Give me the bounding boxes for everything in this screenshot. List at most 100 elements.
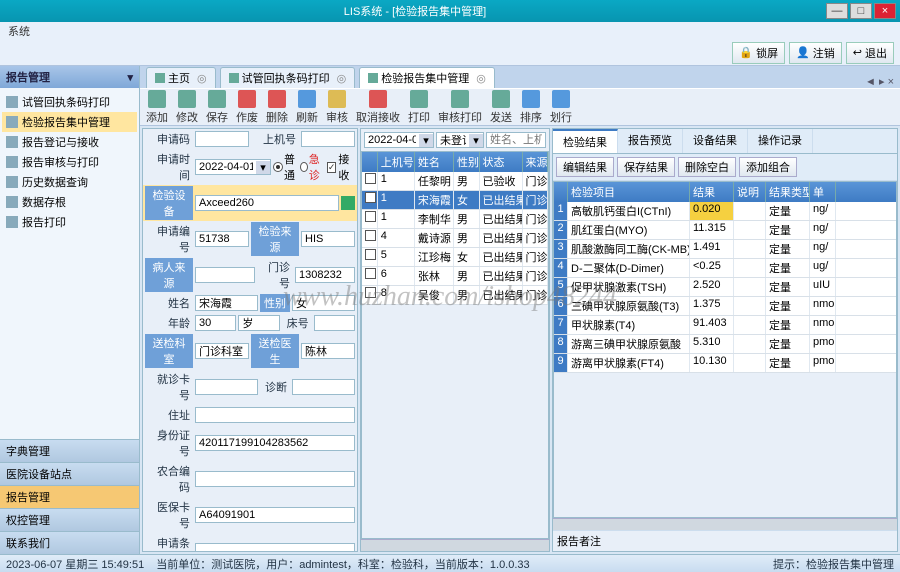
table-row[interactable]: 9游离甲状腺素(FT4)10.130定量pmo <box>554 354 896 373</box>
toolbar-审核[interactable]: 审核 <box>326 90 348 125</box>
age-unit-input[interactable] <box>238 315 279 331</box>
diag-input[interactable] <box>292 379 355 395</box>
radio-emergency[interactable]: 急诊 <box>300 151 325 183</box>
table-row[interactable]: 6三碘甲状腺原氨酸(T3)1.375定量nmo <box>554 297 896 316</box>
nav-item[interactable]: 历史数据查询 <box>2 172 137 192</box>
result-action-button[interactable]: 添加组合 <box>739 157 797 177</box>
result-action-button[interactable]: 删除空白 <box>678 157 736 177</box>
scrollbar[interactable] <box>361 539 549 551</box>
calendar-icon[interactable]: ▾ <box>256 161 270 174</box>
row-checkbox[interactable] <box>365 268 376 279</box>
column-header[interactable]: 结果 <box>690 182 734 202</box>
chevron-down-icon[interactable]: ▾ <box>469 134 483 147</box>
result-action-button[interactable]: 保存结果 <box>617 157 675 177</box>
result-tab[interactable]: 操作记录 <box>748 129 813 153</box>
toolbar-保存[interactable]: 保存 <box>206 90 228 125</box>
row-checkbox[interactable] <box>365 230 376 241</box>
exit-button[interactable]: ↩退出 <box>846 42 894 64</box>
column-header[interactable]: 检验项目 <box>568 182 690 202</box>
toolbar-作废[interactable]: 作废 <box>236 90 258 125</box>
chk-receive[interactable] <box>327 162 337 173</box>
toolbar-修改[interactable]: 修改 <box>176 90 198 125</box>
minimize-button[interactable]: — <box>826 3 848 19</box>
sex-input[interactable] <box>292 295 355 311</box>
row-checkbox[interactable] <box>365 192 376 203</box>
table-row[interactable]: 1高敏肌钙蛋白I(CTnI)0.020定量ng/ <box>554 202 896 221</box>
nav-item[interactable]: 报告打印 <box>2 212 137 232</box>
row-checkbox[interactable] <box>365 173 376 184</box>
lock-button[interactable]: 🔒锁屏 <box>732 42 785 64</box>
column-header[interactable]: 姓名 <box>415 152 454 172</box>
table-row[interactable]: 5促甲状腺激素(TSH)2.520定量uIU <box>554 278 896 297</box>
table-row[interactable]: 8吴俊男已出结果门诊 <box>362 286 548 305</box>
table-row[interactable]: 2肌红蛋白(MYO)11.315定量ng/ <box>554 221 896 240</box>
tab[interactable]: 检验报告集中管理◎ <box>359 67 495 88</box>
result-tab[interactable]: 设备结果 <box>683 129 748 153</box>
nav-item[interactable]: 试管回执条码打印 <box>2 92 137 112</box>
device-pick-icon[interactable] <box>341 196 355 210</box>
toolbar-取消接收[interactable]: 取消接收 <box>356 90 400 125</box>
patient-src-input[interactable] <box>195 267 255 283</box>
filter-state-select[interactable] <box>437 133 469 147</box>
apply-time-input[interactable] <box>196 160 256 174</box>
result-action-button[interactable]: 编辑结果 <box>556 157 614 177</box>
table-row[interactable]: 6张林男已出结果门诊 <box>362 267 548 286</box>
toolbar-刷新[interactable]: 刷新 <box>296 90 318 125</box>
table-row[interactable]: 3肌酸激酶同工酶(CK-MB)1.491定量ng/ <box>554 240 896 259</box>
column-header[interactable]: 上机号 <box>378 152 415 172</box>
table-row[interactable]: 8游离三碘甲状腺原氨酸5.310定量pmo <box>554 335 896 354</box>
tab-close-icon[interactable]: ◎ <box>476 72 486 85</box>
table-row[interactable]: 4D-二聚体(D-Dimer)<0.25定量ug/ <box>554 259 896 278</box>
column-header[interactable]: 说明 <box>734 182 766 202</box>
tab[interactable]: 试管回执条码打印◎ <box>220 67 356 88</box>
bottom-nav-item[interactable]: 字典管理 <box>0 439 139 462</box>
toolbar-删除[interactable]: 删除 <box>266 90 288 125</box>
scrollbar[interactable] <box>553 518 897 530</box>
row-checkbox[interactable] <box>365 249 376 260</box>
nav-item[interactable]: 报告审核与打印 <box>2 152 137 172</box>
radio-normal[interactable]: 普通 <box>273 151 298 183</box>
toolbar-发送[interactable]: 发送 <box>490 90 512 125</box>
filter-name-input[interactable] <box>486 132 546 148</box>
device-input[interactable] <box>195 195 339 211</box>
bottom-nav-item[interactable]: 权控管理 <box>0 508 139 531</box>
tab-close-icon[interactable]: ◎ <box>337 72 347 85</box>
calendar-icon[interactable]: ▾ <box>419 134 433 147</box>
column-header[interactable]: 状态 <box>480 152 523 172</box>
result-tab[interactable]: 检验结果 <box>553 129 618 153</box>
table-row[interactable]: 5江珍梅女已出结果门诊 <box>362 248 548 267</box>
farmer-no-input[interactable] <box>195 471 355 487</box>
tab-close-icon[interactable]: ◎ <box>197 72 207 85</box>
apply-code-input[interactable] <box>195 131 249 147</box>
row-checkbox[interactable] <box>365 211 376 222</box>
bottom-nav-item[interactable]: 联系我们 <box>0 531 139 554</box>
column-header[interactable]: 单 <box>810 182 836 202</box>
table-row[interactable]: 1宋海霞女已出结果门诊 <box>362 191 548 210</box>
chevron-icon[interactable]: ▾ <box>127 71 133 84</box>
bottom-nav-item[interactable]: 报告管理 <box>0 485 139 508</box>
med-card-input[interactable] <box>195 507 355 523</box>
apply-barcode-input[interactable] <box>195 543 355 552</box>
sample-src-input[interactable] <box>301 231 355 247</box>
addr-input[interactable] <box>195 407 355 423</box>
upload-no-input[interactable] <box>301 131 355 147</box>
table-row[interactable]: 7甲状腺素(T4)91.403定量nmo <box>554 316 896 335</box>
column-header[interactable]: 结果类型 <box>766 182 810 202</box>
logout-button[interactable]: 👤注销 <box>789 42 842 64</box>
clinic-no-input[interactable] <box>295 267 355 283</box>
send-doc-input[interactable] <box>301 343 355 359</box>
idcard-input[interactable] <box>195 435 355 451</box>
name-input[interactable] <box>195 295 258 311</box>
nav-item[interactable]: 检验报告集中管理 <box>2 112 137 132</box>
close-button[interactable]: × <box>874 3 896 19</box>
column-header[interactable] <box>362 152 378 172</box>
bottom-nav-item[interactable]: 医院设备站点 <box>0 462 139 485</box>
apply-serial-input[interactable] <box>195 231 249 247</box>
age-input[interactable] <box>195 315 236 331</box>
toolbar-打印[interactable]: 打印 <box>408 90 430 125</box>
column-header[interactable]: 来源 <box>523 152 548 172</box>
nav-item[interactable]: 数据存根 <box>2 192 137 212</box>
table-row[interactable]: 4戴诗源男已出结果门诊 <box>362 229 548 248</box>
column-header[interactable] <box>554 182 568 202</box>
maximize-button[interactable]: □ <box>850 3 872 19</box>
